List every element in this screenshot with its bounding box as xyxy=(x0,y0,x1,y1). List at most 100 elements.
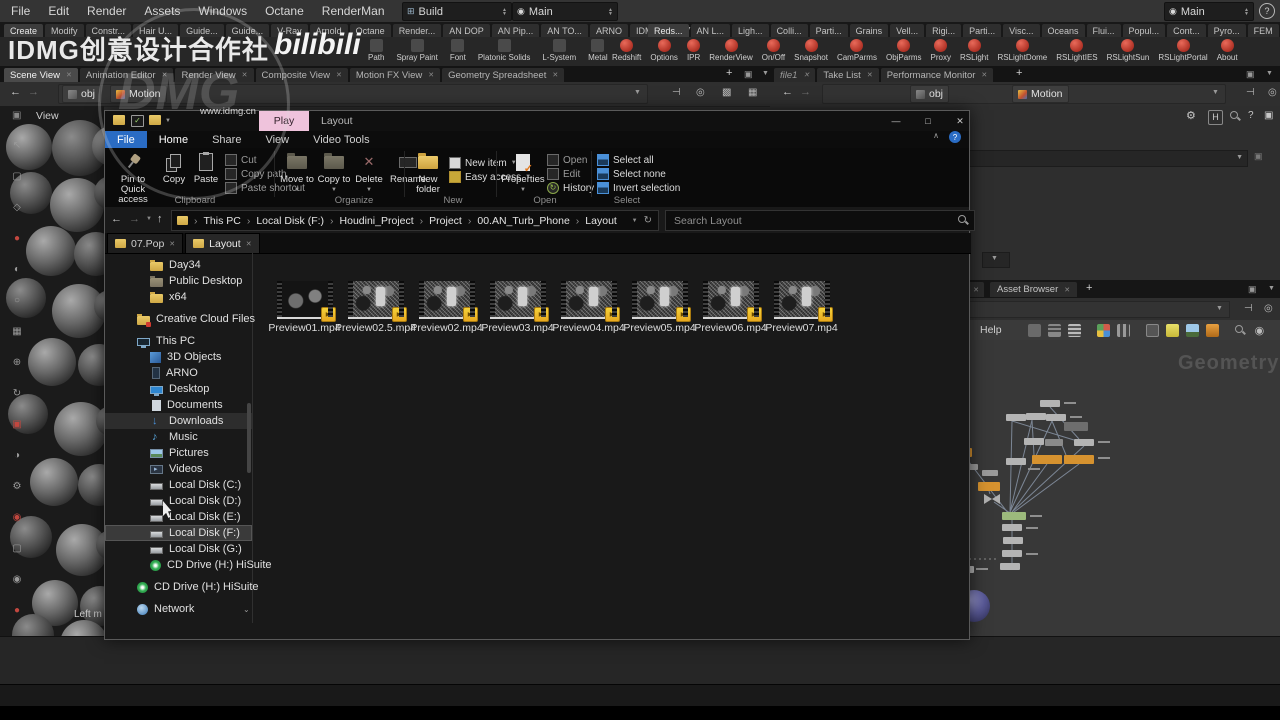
tree-item[interactable]: x64 xyxy=(105,289,252,305)
up-button[interactable]: ↑ xyxy=(157,213,163,225)
add-pane-tab-button[interactable]: + xyxy=(722,67,736,79)
invert-selection-button[interactable]: Invert selection xyxy=(597,181,680,195)
tree-item[interactable]: Videos xyxy=(105,461,252,477)
snapshot-icon[interactable]: ▩ xyxy=(722,87,731,98)
pane-tab[interactable]: Geometry Spreadsheet ✕ xyxy=(442,68,565,82)
pose-tool-icon[interactable]: ◐ xyxy=(8,260,26,278)
close-icon[interactable]: ✕ xyxy=(336,71,342,79)
forward-button[interactable]: → xyxy=(28,86,39,98)
pin-icon[interactable]: ⊣ xyxy=(672,87,681,98)
shelf-tool[interactable]: RSLightIES xyxy=(1054,38,1099,63)
tree-item[interactable]: Downloads xyxy=(105,413,252,429)
circle-tool-icon[interactable]: ○ xyxy=(8,291,26,309)
scene-selector[interactable]: ◉ Main ▲ ▼ xyxy=(512,2,618,21)
chevron-down-icon[interactable]: ▼ xyxy=(1266,70,1273,77)
breadcrumb-segment[interactable]: This PC xyxy=(188,215,241,227)
pane-tab[interactable]: Composite View ✕ xyxy=(255,68,348,82)
close-icon[interactable]: ✕ xyxy=(973,286,979,294)
tools-icon[interactable] xyxy=(1027,323,1041,337)
add-pane-tab-button[interactable]: + xyxy=(1012,67,1026,79)
back-button[interactable]: ← xyxy=(10,86,21,98)
help-icon[interactable]: ? xyxy=(1248,110,1254,121)
quick-access-folder-icon[interactable] xyxy=(113,115,125,125)
shelf-tool[interactable]: RSLight xyxy=(958,38,990,63)
pane-tab[interactable]: Motion FX View ✕ xyxy=(349,68,441,82)
pane-tab[interactable]: Take List ✕ xyxy=(817,68,879,82)
menu-item[interactable]: RenderMan xyxy=(313,0,394,22)
collapse-box[interactable]: ▼ xyxy=(982,252,1010,268)
copy-button[interactable]: Copy xyxy=(159,151,189,185)
search-icon[interactable] xyxy=(1234,324,1246,336)
search-box[interactable] xyxy=(665,210,975,231)
ribbon-tab[interactable]: Home xyxy=(147,131,200,148)
close-icon[interactable]: ✕ xyxy=(162,71,168,79)
close-icon[interactable]: ✕ xyxy=(242,71,248,79)
pane-tab[interactable]: Performance Monitor ✕ xyxy=(880,68,994,82)
close-icon[interactable]: ✕ xyxy=(66,71,72,79)
tree-item[interactable]: This PC xyxy=(105,333,252,349)
shelf-tab[interactable]: AN L... xyxy=(690,24,731,37)
eye-icon[interactable]: ◉ xyxy=(1255,324,1265,337)
tree-scrollbar[interactable] xyxy=(247,403,251,473)
shelf-tab[interactable]: Guide... xyxy=(225,24,270,37)
shelf-tool[interactable]: Platonic Solids xyxy=(476,38,532,63)
shade-tool-icon[interactable]: ◑ xyxy=(8,446,26,464)
minimize-button[interactable]: — xyxy=(881,111,911,131)
shelf-tab[interactable]: Grains xyxy=(849,24,889,37)
select-none-button[interactable]: Select none xyxy=(597,167,680,181)
spinner-icon[interactable]: ▲ ▼ xyxy=(1239,7,1249,16)
help-button[interactable]: ? xyxy=(1259,3,1275,19)
close-icon[interactable]: ✕ xyxy=(169,240,175,248)
tree-item[interactable]: Creative Cloud Files xyxy=(105,311,255,327)
shelf-tab[interactable]: Visc... xyxy=(1003,24,1040,37)
chevron-down-icon[interactable]: ▼ xyxy=(1216,305,1223,312)
shelf-tool[interactable]: Snapshot xyxy=(792,38,830,63)
shelf-tab[interactable]: ARNO xyxy=(589,24,628,37)
shelf-tab[interactable]: Render... xyxy=(392,24,442,37)
search-input[interactable] xyxy=(672,213,958,228)
tree-item[interactable]: Desktop xyxy=(105,381,252,397)
ribbon-tab[interactable]: Video Tools xyxy=(301,131,381,148)
shelf-tab[interactable]: Octane xyxy=(349,24,391,37)
shelf-tab[interactable]: Popul... xyxy=(1122,24,1166,37)
file-item[interactable]: ▶ Preview07.mp4 xyxy=(765,281,838,334)
shelf-tab[interactable]: FEM xyxy=(1247,24,1279,37)
desktop-selector[interactable]: ⊞ Build ▲ ▼ xyxy=(402,2,512,21)
breadcrumb-motion[interactable]: Motion xyxy=(110,85,167,103)
pane-layout-icon[interactable]: ▣ xyxy=(744,69,753,80)
close-icon[interactable]: ✕ xyxy=(981,71,987,79)
chevron-down-icon[interactable]: ▼ xyxy=(632,218,638,224)
shelf-tool[interactable]: RSLightPortal xyxy=(1156,38,1209,63)
color-palette-icon[interactable] xyxy=(1096,323,1110,337)
forward-button[interactable]: → xyxy=(800,86,811,98)
file-item[interactable]: ▶ Preview03.mp4 xyxy=(481,281,554,334)
refresh-icon[interactable]: ↻ xyxy=(644,215,652,226)
pane-tab[interactable]: file1 ✕ xyxy=(774,68,816,82)
view-menu[interactable]: View xyxy=(36,110,59,122)
redshift-tool-icon[interactable]: ● xyxy=(8,601,26,619)
shelf-tab[interactable]: Ligh... xyxy=(732,24,769,37)
tree-item[interactable]: CD Drive (H:) HiSuite xyxy=(105,557,272,573)
menu-item[interactable]: Edit xyxy=(39,0,78,22)
folder-tab[interactable]: Layout ✕ xyxy=(185,233,260,253)
close-icon[interactable]: ✕ xyxy=(552,71,558,79)
tree-item[interactable]: Network xyxy=(105,601,252,617)
shelf-tool[interactable]: About xyxy=(1215,38,1240,63)
pane-layout-icon[interactable]: ▣ xyxy=(1248,284,1257,295)
shelf-tab[interactable]: Pyro... xyxy=(1207,24,1246,37)
right-scene-selector[interactable]: ◉ Main ▲ ▼ xyxy=(1164,2,1254,21)
radial-menu-icon[interactable]: ◎ xyxy=(696,87,705,98)
tree-item[interactable]: Day34 xyxy=(105,257,252,273)
list-view-icon[interactable] xyxy=(1067,323,1081,337)
shelf-tool[interactable]: L-System xyxy=(540,38,578,63)
gear-icon[interactable]: ⚙ xyxy=(8,477,26,495)
select-tool-icon[interactable]: ↖ xyxy=(8,136,26,154)
grid-tool-icon[interactable]: ▦ xyxy=(8,322,26,340)
shelf-tool[interactable]: Metal xyxy=(586,38,610,63)
shelf-tool[interactable]: RSLightDome xyxy=(995,38,1049,63)
menu-item[interactable]: Render xyxy=(78,0,135,22)
back-button[interactable]: ← xyxy=(782,86,793,98)
collapse-ribbon-icon[interactable]: ∧ xyxy=(933,131,939,148)
shelf-tab[interactable]: Parti... xyxy=(809,24,848,37)
delete-button[interactable]: ✕ Delete ▼ xyxy=(353,151,385,195)
